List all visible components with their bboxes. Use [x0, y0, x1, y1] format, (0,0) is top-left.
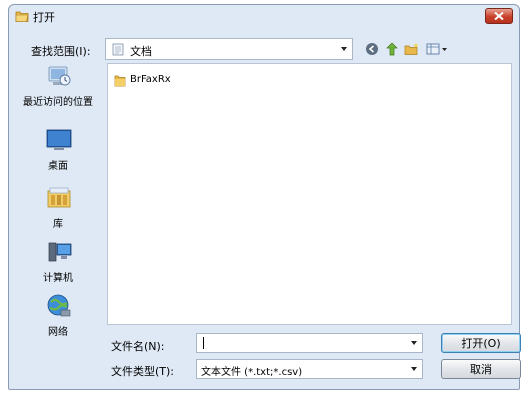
- place-network[interactable]: 网络: [17, 293, 99, 343]
- place-libraries[interactable]: 库: [17, 185, 99, 235]
- up-arrow-icon: [386, 42, 398, 56]
- open-file-dialog: 打开 查找范围(I): 文档 最近访问的位置 桌面 库 计算机 网络 BrFax…: [8, 4, 521, 390]
- place-recent[interactable]: 最近访问的位置: [17, 63, 99, 113]
- window-title: 打开: [33, 11, 55, 24]
- view-menu-icon: [426, 43, 447, 55]
- libraries-icon: [45, 185, 73, 211]
- file-type-label: 文件类型(T):: [111, 365, 175, 378]
- look-in-value: 文档: [130, 45, 152, 58]
- close-button[interactable]: [485, 8, 513, 24]
- file-name-label: 文件名(N):: [111, 340, 165, 353]
- place-label: 最近访问的位置: [23, 97, 93, 108]
- folder-icon: [114, 73, 126, 87]
- file-list[interactable]: BrFaxRx: [107, 63, 512, 325]
- cancel-button[interactable]: 取消: [441, 359, 521, 379]
- back-icon: [366, 43, 378, 55]
- title-bar[interactable]: 打开: [9, 5, 519, 27]
- computer-icon: [45, 239, 73, 265]
- file-type-select[interactable]: 文本文件 (*.txt;*.csv): [196, 359, 423, 379]
- chevron-down-icon: [411, 367, 417, 371]
- file-name-input[interactable]: [199, 335, 399, 351]
- place-label: 计算机: [43, 273, 73, 284]
- file-name: BrFaxRx: [130, 74, 171, 85]
- place-computer[interactable]: 计算机: [17, 239, 99, 289]
- chevron-down-icon: [341, 47, 347, 51]
- look-in-dropdown[interactable]: 文档: [105, 38, 353, 60]
- place-desktop[interactable]: 桌面: [17, 127, 99, 177]
- chevron-down-icon[interactable]: [411, 341, 417, 345]
- text-caret: [203, 337, 204, 349]
- open-button[interactable]: 打开(O): [441, 333, 521, 353]
- place-label: 网络: [48, 327, 68, 338]
- open-folder-icon: [15, 9, 29, 22]
- new-folder-icon: [404, 43, 419, 55]
- file-name-combo[interactable]: [196, 333, 423, 353]
- file-type-value: 文本文件 (*.txt;*.csv): [201, 367, 303, 378]
- recent-places-icon: [45, 63, 73, 89]
- place-label: 桌面: [48, 161, 68, 172]
- new-folder-button[interactable]: [403, 40, 421, 58]
- look-in-label: 查找范围(I):: [31, 45, 91, 58]
- close-icon: [494, 12, 504, 20]
- up-folder-button[interactable]: [383, 40, 401, 58]
- desktop-icon: [45, 127, 73, 153]
- back-button[interactable]: [363, 40, 381, 58]
- places-bar: 最近访问的位置 桌面 库 计算机 网络: [17, 63, 99, 353]
- view-menu-button[interactable]: [425, 40, 449, 58]
- documents-icon: [112, 43, 124, 56]
- place-label: 库: [53, 219, 63, 230]
- network-icon: [45, 293, 73, 319]
